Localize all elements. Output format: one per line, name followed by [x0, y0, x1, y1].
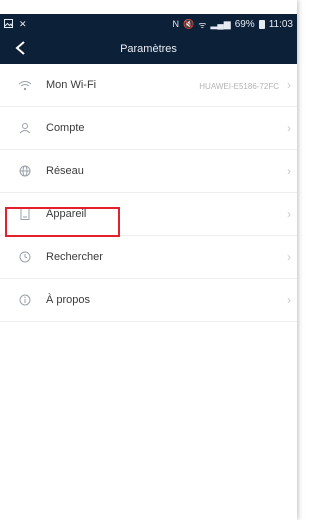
chevron-right-icon: ›	[287, 250, 291, 264]
clock-time: 11:03	[268, 18, 293, 30]
settings-item-account[interactable]: Compte ›	[0, 107, 297, 150]
app-frame: ✕ N 🔇 ᯤ ▂▄▆ 69% 11:03 Paramètres Mon Wi-…	[0, 0, 297, 520]
image-icon	[4, 18, 13, 30]
settings-item-label: Compte	[46, 122, 85, 134]
nfc-icon: N	[172, 19, 180, 29]
signal-icon: ▂▄▆	[210, 18, 231, 29]
info-icon	[16, 291, 34, 309]
settings-item-device[interactable]: Appareil ›	[0, 193, 297, 236]
clock-icon	[16, 248, 34, 266]
settings-item-about[interactable]: À propos ›	[0, 279, 297, 322]
back-button[interactable]	[8, 36, 34, 62]
user-icon	[16, 119, 34, 137]
chevron-left-icon	[15, 41, 25, 55]
wifi-name-value: HUAWEI-E5186-72FC	[199, 82, 279, 91]
settings-item-network[interactable]: Réseau ›	[0, 150, 297, 193]
settings-item-wifi[interactable]: Mon Wi-Fi HUAWEI-E5186-72FC ›	[0, 64, 297, 107]
settings-item-label: Mon Wi-Fi	[46, 79, 97, 91]
settings-item-label: À propos	[46, 294, 91, 306]
mute-icon: 🔇	[183, 18, 195, 29]
chevron-right-icon: ›	[287, 207, 291, 221]
chevron-right-icon: ›	[287, 293, 291, 307]
chevron-right-icon: ›	[287, 78, 291, 92]
status-bar: ✕ N 🔇 ᯤ ▂▄▆ 69% 11:03	[0, 14, 297, 34]
settings-item-label: Réseau	[46, 165, 84, 177]
settings-item-label: Appareil	[46, 208, 87, 220]
settings-list: Mon Wi-Fi HUAWEI-E5186-72FC › Compte › R…	[0, 64, 297, 322]
device-icon	[16, 205, 34, 223]
app-bar: Paramètres	[0, 34, 297, 64]
chevron-right-icon: ›	[287, 121, 291, 135]
settings-item-search[interactable]: Rechercher ›	[0, 236, 297, 279]
wifi-icon: ᯤ	[198, 19, 207, 30]
page-title: Paramètres	[120, 43, 177, 55]
globe-icon	[16, 162, 34, 180]
wifi-icon	[16, 76, 34, 94]
settings-item-label: Rechercher	[46, 251, 103, 263]
battery-percent: 69%	[234, 18, 255, 30]
chevron-right-icon: ›	[287, 164, 291, 178]
x-icon: ✕	[19, 18, 27, 29]
battery-icon	[258, 19, 265, 29]
